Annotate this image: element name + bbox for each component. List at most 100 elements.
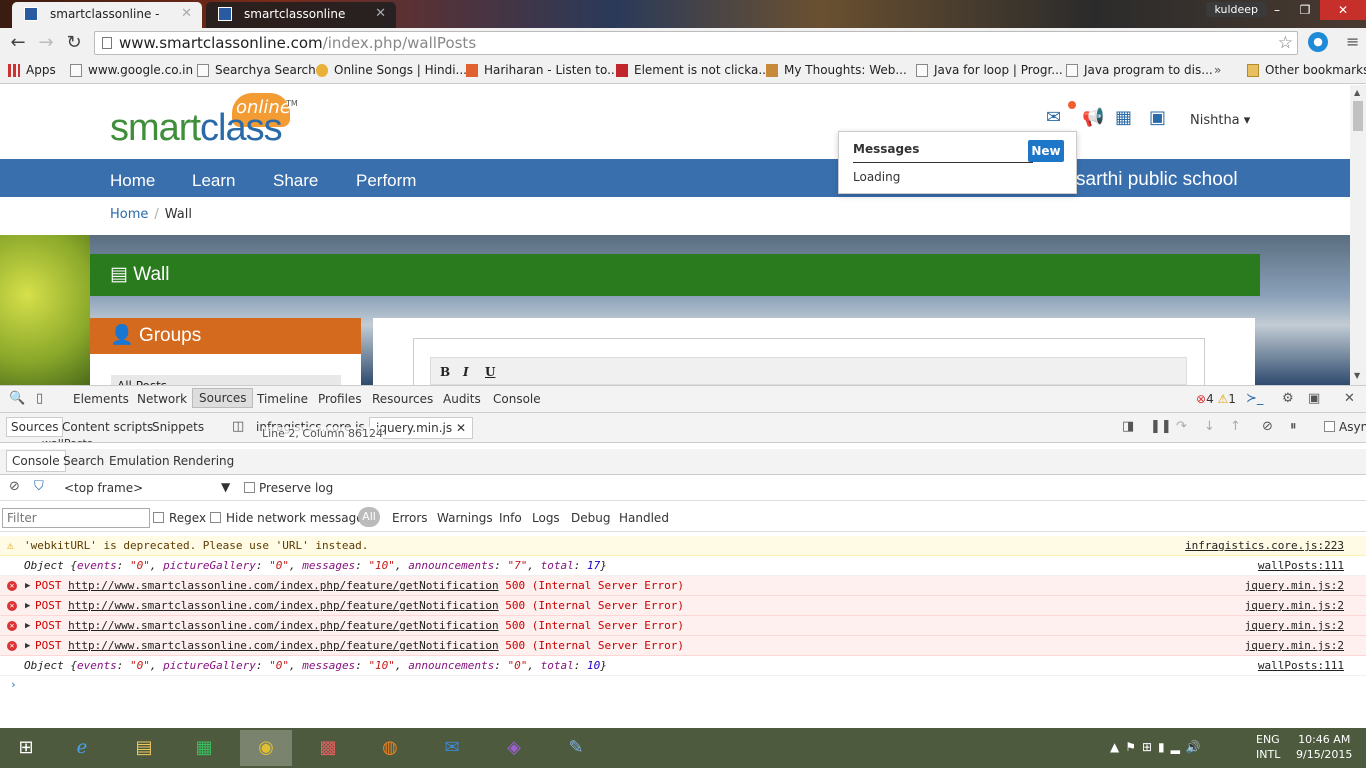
devtools-tab-elements[interactable]: Elements bbox=[73, 392, 129, 406]
underline-button[interactable]: U bbox=[485, 365, 495, 379]
close-tab-icon[interactable]: ✕ bbox=[375, 2, 386, 26]
context-select[interactable]: <top frame> bbox=[64, 481, 143, 495]
system-tray-icons[interactable]: ▲⚑⊞▮▂🔊 bbox=[1110, 740, 1207, 754]
source-link[interactable]: jquery.min.js:2 bbox=[1245, 636, 1344, 655]
console-row-error[interactable]: ✕ ▶ POST http://www.smartclassonline.com… bbox=[0, 616, 1366, 636]
window-user-badge[interactable]: kuldeep bbox=[1206, 2, 1266, 17]
store-icon[interactable]: ▦ bbox=[178, 730, 230, 766]
image-icon[interactable]: ▣ bbox=[1149, 107, 1166, 128]
mail-icon[interactable]: ✉ bbox=[1046, 107, 1061, 128]
close-devtools-icon[interactable]: ✕ bbox=[1344, 391, 1355, 406]
firefox-icon[interactable]: ◍ bbox=[364, 730, 416, 766]
file-tree-item[interactable]: wallPosts bbox=[42, 437, 93, 442]
bookmarks-overflow-icon[interactable]: » bbox=[1214, 58, 1221, 83]
devtools-tab-profiles[interactable]: Profiles bbox=[318, 392, 362, 406]
console-row-error[interactable]: ✕ ▶ POST http://www.smartclassonline.com… bbox=[0, 576, 1366, 596]
console-drawer-icon[interactable]: ≻_ bbox=[1246, 391, 1263, 406]
expand-triangle-icon[interactable]: ▶ bbox=[25, 596, 30, 615]
source-link[interactable]: jquery.min.js:2 bbox=[1245, 616, 1344, 635]
bookmark-hariharan[interactable]: Hariharan - Listen to... bbox=[464, 58, 619, 83]
bookmark-apps[interactable]: Apps bbox=[6, 58, 56, 83]
apps-grid-icon[interactable]: ▩ bbox=[302, 730, 354, 766]
console-row-error[interactable]: ✕ ▶ POST http://www.smartclassonline.com… bbox=[0, 596, 1366, 616]
clear-console-icon[interactable]: ⊘ bbox=[9, 479, 20, 494]
bookmark-java-for-loop[interactable]: Java for loop | Progr... bbox=[914, 58, 1063, 83]
level-debug[interactable]: Debug bbox=[571, 511, 610, 525]
level-errors[interactable]: Errors bbox=[392, 511, 428, 525]
bookmark-star-icon[interactable]: ☆ bbox=[1278, 32, 1293, 54]
level-info[interactable]: Info bbox=[499, 511, 522, 525]
preserve-log-checkbox[interactable] bbox=[244, 482, 255, 493]
pause-icon[interactable]: ❚❚ bbox=[1150, 419, 1172, 434]
forward-icon[interactable]: → bbox=[34, 32, 58, 54]
pause-on-exceptions-icon[interactable]: ⏸ bbox=[1290, 419, 1297, 434]
bookmark-element-not-clickable[interactable]: Element is not clicka... bbox=[614, 58, 770, 83]
source-link[interactable]: jquery.min.js:2 bbox=[1245, 596, 1344, 615]
bookmark-searchya[interactable]: Searchya Search bbox=[195, 58, 316, 83]
context-dropdown-icon[interactable]: ▼ bbox=[221, 480, 230, 494]
step-over-icon[interactable]: ↷ bbox=[1176, 419, 1187, 434]
scroll-up-icon[interactable]: ▲ bbox=[1354, 88, 1360, 97]
breadcrumb-home[interactable]: Home bbox=[110, 207, 148, 222]
nav-perform[interactable]: Perform bbox=[356, 171, 416, 191]
drawer-tab-search[interactable]: Search bbox=[63, 454, 104, 468]
drawer-tab-rendering[interactable]: Rendering bbox=[173, 454, 234, 468]
page-scrollbar[interactable]: ▲ ▼ bbox=[1350, 85, 1366, 385]
settings-gear-icon[interactable]: ⚙ bbox=[1282, 391, 1294, 406]
system-clock[interactable]: 10:46 AM 9/15/2015 bbox=[1296, 732, 1352, 762]
close-tab-icon[interactable]: ✕ bbox=[181, 2, 192, 26]
bookmark-java-program[interactable]: Java program to dis... bbox=[1064, 58, 1213, 83]
scroll-down-icon[interactable]: ▼ bbox=[1354, 371, 1360, 380]
level-handled[interactable]: Handled bbox=[619, 511, 669, 525]
device-mode-icon[interactable]: ▯ bbox=[36, 391, 43, 406]
minimize-icon[interactable]: – bbox=[1264, 0, 1290, 20]
back-icon[interactable]: ← bbox=[6, 32, 30, 54]
console-row-object[interactable]: Object {events: "0", pictureGallery: "0"… bbox=[0, 556, 1366, 576]
group-all-posts[interactable]: All Posts bbox=[111, 375, 341, 385]
internet-explorer-icon[interactable]: ℯ bbox=[56, 730, 108, 766]
bookmark-google[interactable]: www.google.co.in bbox=[68, 58, 193, 83]
inspect-icon[interactable]: 🔍 bbox=[9, 391, 25, 406]
menu-icon[interactable]: ≡ bbox=[1346, 32, 1359, 51]
nav-share[interactable]: Share bbox=[273, 171, 318, 191]
devtools-tab-audits[interactable]: Audits bbox=[443, 392, 481, 406]
nav-home[interactable]: Home bbox=[110, 171, 155, 191]
input-language[interactable]: ENG INTL bbox=[1256, 732, 1280, 762]
step-into-icon[interactable]: ↓ bbox=[1204, 419, 1215, 434]
regex-checkbox[interactable] bbox=[153, 512, 164, 523]
level-logs[interactable]: Logs bbox=[532, 511, 560, 525]
async-checkbox[interactable] bbox=[1324, 421, 1335, 432]
paint-icon[interactable]: ✎ bbox=[550, 730, 602, 766]
file-tab-jquery[interactable]: jquery.min.js ✕ bbox=[369, 417, 473, 439]
expand-triangle-icon[interactable]: ▶ bbox=[25, 576, 30, 595]
bold-button[interactable]: B bbox=[440, 365, 450, 379]
source-link[interactable]: wallPosts:111 bbox=[1258, 656, 1344, 675]
bookmark-my-thoughts[interactable]: My Thoughts: Web... bbox=[764, 58, 907, 83]
devtools-tab-timeline[interactable]: Timeline bbox=[257, 392, 308, 406]
sources-tab-sources[interactable]: Sources bbox=[6, 417, 64, 437]
calendar-icon[interactable]: ▦ bbox=[1115, 107, 1132, 128]
chrome-icon[interactable]: ◉ bbox=[240, 730, 292, 766]
console-row-object[interactable]: Object {events: "0", pictureGallery: "0"… bbox=[0, 656, 1366, 676]
user-menu[interactable]: Nishtha ▾ bbox=[1190, 113, 1250, 128]
megaphone-icon[interactable]: 📢 bbox=[1082, 107, 1104, 128]
new-message-button[interactable]: New bbox=[1028, 140, 1064, 162]
debugger-toggle-icon[interactable]: ◨ bbox=[1122, 419, 1134, 434]
scroll-thumb[interactable] bbox=[1353, 101, 1363, 131]
source-link[interactable]: wallPosts:111 bbox=[1258, 556, 1344, 575]
source-link[interactable]: infragistics.core.js:223 bbox=[1185, 536, 1344, 555]
reload-icon[interactable]: ↻ bbox=[62, 32, 86, 54]
start-windows-icon[interactable]: ⊞ bbox=[0, 730, 52, 766]
step-out-icon[interactable]: ↑ bbox=[1230, 419, 1241, 434]
site-logo[interactable]: smartclass bbox=[110, 107, 283, 150]
console-row-error[interactable]: ✕ ▶ POST http://www.smartclassonline.com… bbox=[0, 636, 1366, 656]
sources-tab-content-scripts[interactable]: Content scripts bbox=[62, 420, 153, 434]
filter-icon[interactable]: ⛉ bbox=[34, 479, 44, 494]
drawer-tab-console[interactable]: Console bbox=[6, 450, 66, 472]
filter-input[interactable] bbox=[2, 508, 150, 528]
nav-learn[interactable]: Learn bbox=[192, 171, 235, 191]
bookmark-online-songs[interactable]: Online Songs | Hindi... bbox=[314, 58, 467, 83]
close-file-icon[interactable]: ✕ bbox=[456, 421, 466, 435]
devtools-tab-resources[interactable]: Resources bbox=[372, 392, 433, 406]
outlook-icon[interactable]: ✉ bbox=[426, 730, 478, 766]
